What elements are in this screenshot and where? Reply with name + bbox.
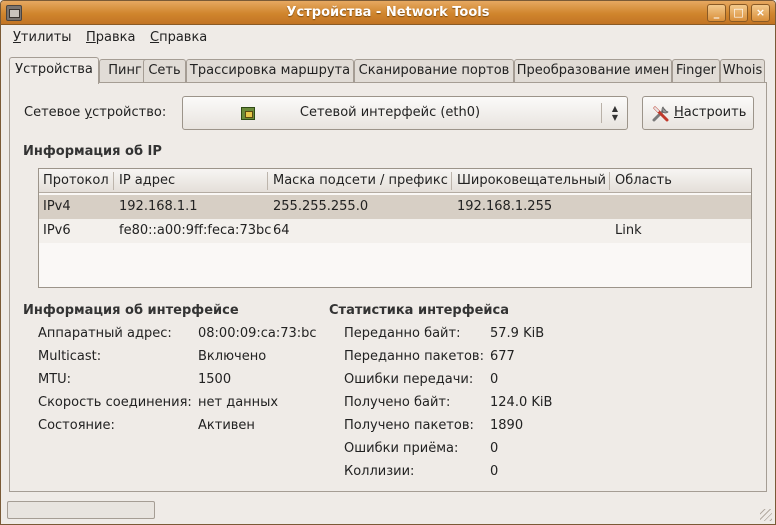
configure-label-rest: астроить — [683, 105, 747, 120]
hw-address-label: Аппаратный адрес: — [38, 326, 172, 341]
rx-bytes-value: 124.0 KiB — [490, 395, 553, 410]
collisions-value: 0 — [490, 464, 499, 479]
combo-separator — [601, 103, 602, 123]
cell-broadcast: 192.168.1.255 — [457, 199, 553, 214]
table-row[interactable]: IPv4 192.168.1.1 255.255.255.0 192.168.1… — [39, 195, 751, 219]
main-window: Устройства - Network Tools _ □ × Утилиты… — [0, 0, 776, 525]
state-label: Состояние: — [38, 418, 115, 433]
column-separator — [113, 172, 114, 190]
cell-protocol: IPv4 — [43, 199, 71, 214]
ip-info-title: Информация об IP — [23, 144, 162, 159]
device-label-pre: Сетевое — [24, 105, 85, 120]
tab-netstat[interactable]: Сеть — [143, 59, 186, 82]
tab-devices[interactable]: Устройства — [9, 57, 99, 84]
tx-packets-label: Переданно пакетов: — [344, 349, 484, 364]
link-speed-label: Скорость соединения: — [38, 395, 192, 410]
configure-mnemonic: Н — [674, 105, 684, 120]
cell-netmask: 255.255.255.0 — [273, 199, 369, 214]
updown-arrows-icon: ▲ ▼ — [611, 104, 619, 122]
collisions-label: Коллизии: — [344, 464, 415, 479]
tab-traceroute[interactable]: Трассировка маршрута — [186, 59, 354, 82]
hw-address-value: 08:00:09:ca:73:bc — [198, 326, 317, 341]
device-label-post: стройство: — [92, 105, 167, 120]
close-button[interactable]: × — [751, 4, 770, 22]
tx-packets-value: 677 — [490, 349, 515, 364]
column-broadcast[interactable]: Широковещательный — [453, 173, 606, 188]
status-bar — [7, 501, 155, 519]
tx-errors-value: 0 — [490, 372, 499, 387]
maximize-button[interactable]: □ — [729, 4, 748, 22]
link-speed-value: нет данных — [198, 395, 279, 410]
mtu-value: 1500 — [198, 372, 232, 387]
multicast-value: Включено — [198, 349, 267, 364]
tx-bytes-label: Переданно байт: — [344, 326, 461, 341]
configure-button-label: Настроить — [674, 105, 746, 120]
iface-info-title: Информация об интерфейсе — [23, 303, 239, 318]
column-separator — [267, 172, 268, 190]
tx-bytes-value: 57.9 KiB — [490, 326, 545, 341]
tab-whois[interactable]: Whois — [720, 59, 765, 82]
device-label-mnemonic: у — [84, 105, 93, 120]
menu-edit-label: равка — [95, 30, 136, 45]
state-value: Активен — [198, 418, 255, 433]
device-select[interactable]: Сетевой интерфейс (eth0) ▲ ▼ — [182, 96, 628, 130]
column-netmask[interactable]: Маска подсети / префикс — [269, 173, 448, 188]
column-separator — [451, 172, 452, 190]
resize-grip[interactable] — [760, 509, 772, 521]
tab-finger[interactable]: Finger — [672, 59, 720, 82]
tools-icon — [652, 106, 669, 122]
title-bar[interactable]: Устройства - Network Tools _ □ × — [1, 1, 775, 25]
cell-ip: 192.168.1.1 — [119, 199, 198, 214]
cell-netmask: 64 — [273, 223, 290, 238]
menu-edit-mnemonic: П — [86, 30, 96, 45]
menu-utilities[interactable]: Утилиты — [13, 30, 72, 45]
minimize-button[interactable]: _ — [707, 4, 726, 22]
tx-errors-label: Ошибки передачи: — [344, 372, 474, 387]
menu-bar: Утилиты Правка Справка — [1, 26, 775, 49]
column-ip[interactable]: IP адрес — [115, 173, 175, 188]
cell-scope: Link — [615, 223, 642, 238]
table-row[interactable]: IPv6 fe80::a00:9ff:feca:73bc 64 Link — [39, 219, 751, 243]
menu-utilities-label: тилиты — [20, 30, 72, 45]
cell-protocol: IPv6 — [43, 223, 71, 238]
menu-utilities-mnemonic: У — [13, 30, 21, 45]
mtu-label: MTU: — [38, 372, 72, 387]
device-label: Сетевое устройство: — [24, 105, 166, 120]
ip-info-table[interactable]: Протокол IP адрес Маска подсети / префик… — [38, 168, 752, 288]
tab-portscan[interactable]: Сканирование портов — [354, 59, 514, 82]
column-separator — [609, 172, 610, 190]
device-select-value: Сетевой интерфейс (eth0) — [299, 105, 481, 120]
rx-errors-value: 0 — [490, 441, 499, 456]
table-header: Протокол IP адрес Маска подсети / префик… — [39, 169, 751, 193]
column-protocol[interactable]: Протокол — [39, 173, 109, 188]
menu-help-mnemonic: С — [150, 30, 160, 45]
iface-stats-title: Статистика интерфейса — [329, 303, 510, 318]
cell-ip: fe80::a00:9ff:feca:73bc — [119, 223, 272, 238]
window-title: Устройства - Network Tools — [286, 5, 490, 20]
tab-lookup[interactable]: Преобразование имен — [514, 59, 672, 82]
column-scope[interactable]: Область — [611, 173, 672, 188]
menu-help[interactable]: Справка — [150, 30, 207, 45]
rx-packets-label: Получено пакетов: — [344, 418, 474, 433]
rx-errors-label: Ошибки приёма: — [344, 441, 459, 456]
menu-edit[interactable]: Правка — [86, 30, 135, 45]
rx-packets-value: 1890 — [490, 418, 524, 433]
menu-help-label: правка — [159, 30, 208, 45]
multicast-label: Multicast: — [38, 349, 102, 364]
rx-bytes-label: Получено байт: — [344, 395, 451, 410]
configure-button[interactable]: Настроить — [642, 96, 754, 130]
